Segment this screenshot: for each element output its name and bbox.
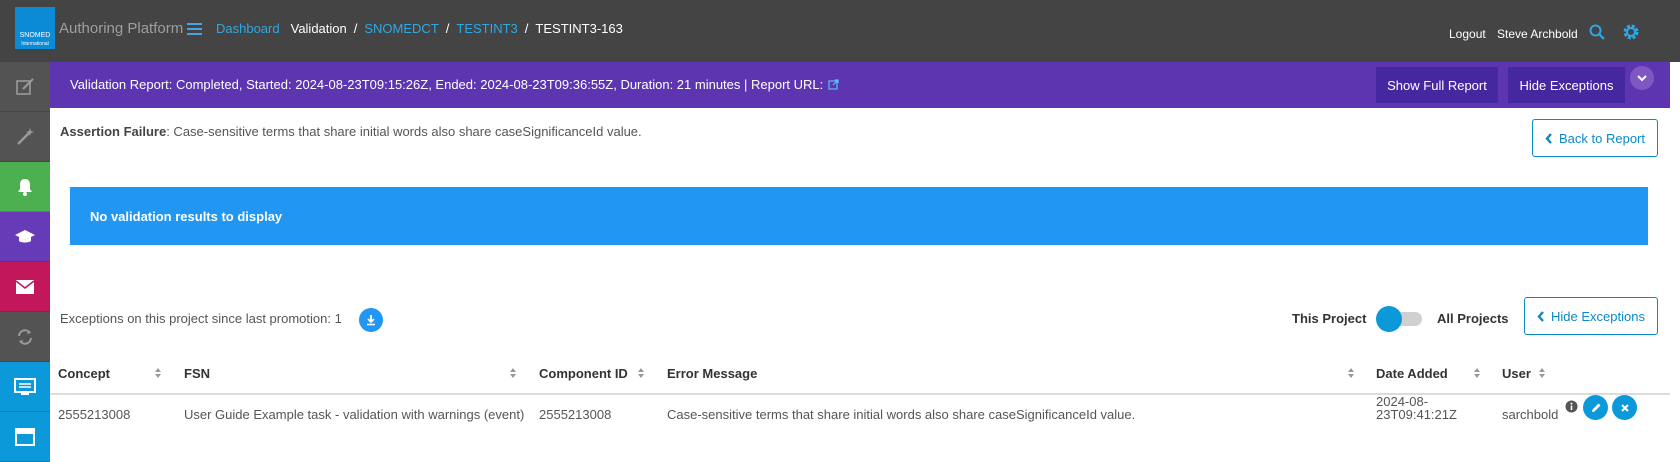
chevron-down-icon (1637, 75, 1647, 82)
download-exceptions-button[interactable] (359, 308, 383, 332)
sidebar-sync-button[interactable] (0, 312, 50, 362)
graduation-cap-icon (15, 229, 35, 242)
gear-icon[interactable] (1622, 23, 1640, 46)
exceptions-table-header: Concept FSN Component ID Error Message D… (50, 361, 1670, 395)
sort-icon[interactable] (1473, 367, 1481, 379)
hide-exceptions-button[interactable]: Hide Exceptions (1524, 297, 1658, 335)
column-header-component-id[interactable]: Component ID (539, 366, 628, 381)
cell-user: sarchbold (1502, 407, 1559, 422)
breadcrumb: Dashboard Validation / SNOMEDCT / TESTIN… (216, 21, 623, 36)
left-sidebar (0, 62, 50, 462)
breadcrumb-separator: / (524, 21, 529, 36)
sidebar-edit-button[interactable] (0, 62, 50, 112)
banner-text: Validation Report: Completed, Started: 2… (70, 77, 824, 92)
column-header-error-message[interactable]: Error Message (667, 366, 757, 381)
logout-link[interactable]: Logout (1449, 27, 1486, 41)
breadcrumb-project[interactable]: TESTINT3 (456, 21, 517, 36)
download-icon (367, 315, 375, 326)
back-to-report-button[interactable]: Back to Report (1532, 119, 1658, 157)
remove-exception-button[interactable] (1612, 395, 1637, 420)
hide-exceptions-banner-button[interactable]: Hide Exceptions (1508, 67, 1625, 103)
external-link-icon[interactable] (828, 78, 839, 93)
column-header-user[interactable]: User (1502, 366, 1531, 381)
chevron-left-icon (1537, 310, 1544, 322)
edit-exception-button[interactable] (1583, 395, 1608, 420)
browser-icon (15, 427, 35, 446)
column-header-date-added[interactable]: Date Added (1376, 366, 1448, 381)
all-projects-label: All Projects (1437, 311, 1509, 326)
breadcrumb-dashboard[interactable]: Dashboard (216, 21, 280, 36)
sort-icon[interactable] (509, 367, 517, 379)
sidebar-monitor-button[interactable] (0, 362, 50, 412)
breadcrumb-validation: Validation (290, 21, 347, 36)
cell-concept[interactable]: 2555213008 (58, 407, 130, 422)
sort-icon[interactable] (1538, 367, 1546, 379)
breadcrumb-separator: / (445, 21, 450, 36)
exceptions-summary: Exceptions on this project since last pr… (60, 311, 342, 326)
sync-icon (18, 328, 32, 345)
magic-wand-icon (17, 127, 34, 145)
validation-report-banner: Validation Report: Completed, Started: 2… (50, 62, 1670, 108)
cell-date-added: 2024-08-23T09:41:21Z (1376, 394, 1457, 422)
back-to-report-label: Back to Report (1559, 130, 1645, 146)
top-navbar: SNOMED International Authoring Platform … (0, 0, 1680, 62)
hide-exceptions-label: Hide Exceptions (1551, 308, 1645, 324)
search-icon[interactable] (1589, 24, 1605, 45)
sidebar-magic-button[interactable] (0, 112, 50, 162)
breadcrumb-task: TESTINT3-163 (535, 21, 623, 36)
close-icon (1620, 403, 1629, 412)
no-results-alert: No validation results to display (70, 187, 1648, 245)
monitor-icon (14, 377, 36, 395)
cell-error-message: Case-sensitive terms that share initial … (667, 407, 1136, 422)
sidebar-training-button[interactable] (0, 212, 50, 262)
envelope-icon (15, 279, 35, 294)
menu-icon[interactable] (187, 23, 202, 36)
cell-component-id: 2555213008 (539, 407, 612, 422)
sort-icon[interactable] (154, 367, 162, 379)
breadcrumb-separator: / (353, 21, 358, 36)
this-project-label: This Project (1292, 311, 1367, 326)
app-title: Authoring Platform (59, 20, 184, 37)
assertion-description: : Case-sensitive terms that share initia… (166, 124, 642, 139)
sidebar-messages-button[interactable] (0, 262, 50, 312)
logo-text: SNOMED (19, 32, 51, 39)
user-name[interactable]: Steve Archbold (1497, 27, 1578, 41)
project-scope-toggle[interactable] (1376, 306, 1402, 332)
pencil-icon (1591, 403, 1600, 412)
breadcrumb-codesystem[interactable]: SNOMEDCT (364, 21, 438, 36)
snomed-logo[interactable]: SNOMED International (15, 7, 55, 49)
assertion-failure-text: Assertion Failure: Case-sensitive terms … (60, 124, 642, 139)
chevron-left-icon (1545, 132, 1552, 144)
show-full-report-button[interactable]: Show Full Report (1376, 67, 1498, 103)
validation-report-summary: Validation Report: Completed, Started: 2… (70, 77, 839, 93)
sort-icon[interactable] (637, 367, 645, 379)
edit-icon (16, 77, 34, 95)
table-row: 2555213008 User Guide Example task - val… (50, 395, 1670, 441)
bell-icon (18, 178, 32, 196)
column-header-fsn[interactable]: FSN (184, 366, 210, 381)
column-header-concept[interactable]: Concept (58, 366, 110, 381)
assertion-label: Assertion Failure (60, 124, 167, 139)
cell-fsn: User Guide Example task - validation wit… (184, 407, 525, 422)
sidebar-browser-button[interactable] (0, 412, 50, 462)
sort-icon[interactable] (1347, 367, 1355, 379)
sidebar-notifications-button[interactable] (0, 162, 50, 212)
info-icon[interactable] (1565, 400, 1578, 418)
logo-subtext: International (21, 41, 49, 47)
collapse-banner-button[interactable] (1630, 66, 1654, 90)
